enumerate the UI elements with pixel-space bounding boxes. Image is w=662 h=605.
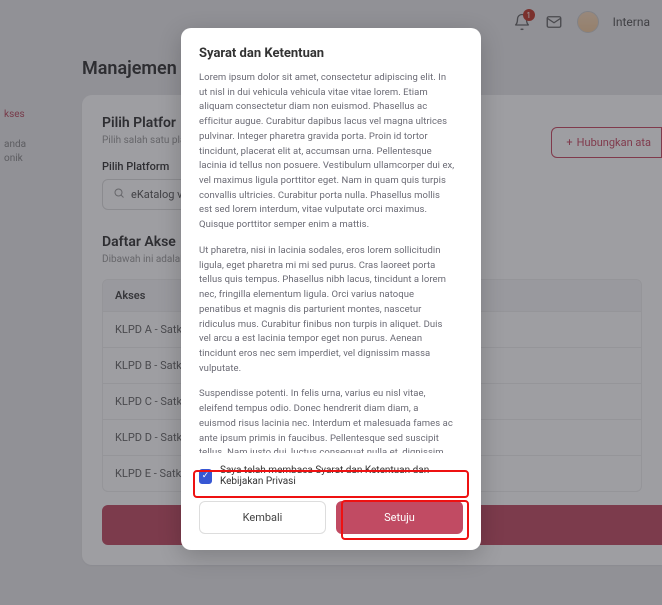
terms-modal: Syarat dan Ketentuan Lorem ipsum dolor s… [181, 28, 481, 550]
modal-title: Syarat dan Ketentuan [199, 46, 463, 61]
agree-button[interactable]: Setuju [336, 501, 463, 534]
agree-row[interactable]: ✓ Saya telah membaca Syarat dan Ketentua… [199, 465, 463, 487]
modal-scroll[interactable]: Lorem ipsum dolor sit amet, consectetur … [199, 71, 463, 453]
terms-paragraph: Lorem ipsum dolor sit amet, consectetur … [199, 71, 455, 233]
modal-overlay: Syarat dan Ketentuan Lorem ipsum dolor s… [0, 0, 662, 605]
back-button[interactable]: Kembali [199, 501, 326, 534]
terms-paragraph: Suspendisse potenti. In felis urna, vari… [199, 387, 455, 453]
agree-text: Saya telah membaca Syarat dan Ketentuan … [220, 465, 463, 487]
agree-checkbox[interactable]: ✓ [199, 469, 212, 484]
terms-paragraph: Ut pharetra, nisi in lacinia sodales, er… [199, 244, 455, 376]
